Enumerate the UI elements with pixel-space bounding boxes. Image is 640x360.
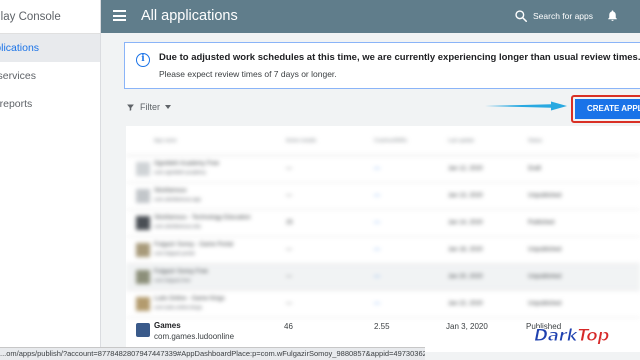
- active-installs: —: [286, 193, 292, 199]
- notice-headline: Due to adjusted work schedules at this t…: [159, 52, 640, 63]
- app-package: com.stickfamous.app: [154, 197, 201, 203]
- app-icon: [136, 297, 150, 311]
- last-update: Jan 13, 2020: [448, 193, 483, 199]
- browser-status-url: ...om/apps/publish/?account=877848280794…: [0, 347, 425, 360]
- status-badge: Unpublished: [528, 247, 562, 253]
- column-header[interactable]: Active installs: [286, 138, 316, 144]
- status-badge: Unpublished: [528, 301, 562, 307]
- watermark-part: Dark: [533, 326, 578, 347]
- app-name: Stickfamous - Technology Education: [154, 215, 251, 221]
- active-installs: —: [286, 274, 292, 280]
- create-application-highlight: CREATE APPLICATION: [571, 95, 640, 123]
- sidebar-item-download-reports[interactable]: Download reports: [0, 90, 100, 118]
- blurred-rows: App name Active installs Crashes/ANRs La…: [126, 126, 640, 319]
- app-package: com.fulgazir.free: [154, 278, 191, 284]
- sidebar: Play Console All applications Game servi…: [0, 0, 101, 360]
- search-input[interactable]: Search for apps: [533, 11, 593, 21]
- last-update: Jan 22, 2020: [448, 301, 483, 307]
- table-header: App name Active installs Crashes/ANRs La…: [126, 126, 640, 156]
- app-icon: [136, 323, 150, 337]
- table-row[interactable]: Ludo Online - Game Kings com.ludo.online…: [126, 291, 640, 318]
- sidebar-item-game-services[interactable]: Game services: [0, 62, 100, 90]
- column-header[interactable]: Last update: [448, 138, 474, 144]
- status-badge: Draft: [528, 166, 542, 172]
- crash-rate: —: [374, 274, 380, 280]
- app-package: com.fulgazir.portal: [154, 251, 195, 257]
- last-update: Jan 12, 2020: [448, 166, 483, 172]
- crash-rate: —: [374, 220, 380, 226]
- chevron-down-icon: [165, 105, 171, 109]
- app-icon: [136, 243, 150, 257]
- column-header[interactable]: App name: [154, 138, 177, 144]
- app-package: com.ogrebleh.academy: [154, 170, 206, 176]
- crash-rate: —: [374, 193, 380, 199]
- watermark-part: Top: [577, 326, 610, 347]
- sidebar-item-label: All applications: [0, 42, 40, 54]
- app-icon: [136, 216, 150, 230]
- search-icon[interactable]: [514, 9, 528, 23]
- column-header[interactable]: Crashes/ANRs: [374, 138, 407, 144]
- last-update: Jan 20, 2020: [448, 274, 483, 280]
- filter-dropdown[interactable]: Filter: [126, 102, 171, 112]
- table-row[interactable]: Fulgazir Sonoy Free com.fulgazir.free — …: [126, 264, 640, 291]
- create-application-button[interactable]: CREATE APPLICATION: [575, 99, 640, 119]
- active-installs: —: [286, 247, 292, 253]
- info-icon: i: [136, 53, 150, 67]
- active-installs: 25: [286, 220, 293, 226]
- app-package: com.games.ludoonline: [154, 332, 235, 341]
- active-installs: —: [286, 166, 292, 172]
- status-badge: Published: [528, 220, 555, 226]
- last-update: Jan 3, 2020: [446, 322, 488, 331]
- app-icon: [136, 189, 150, 203]
- brand-title: Play Console: [0, 10, 61, 23]
- app-name: Games: [154, 321, 181, 330]
- active-installs: —: [286, 301, 292, 307]
- app-package: com.stickfamous.edu: [154, 224, 201, 230]
- app-icon: [136, 270, 150, 284]
- table-row[interactable]: Ogrebleh Academy Free com.ogrebleh.acade…: [126, 156, 640, 183]
- app-header: All applications Search for apps: [101, 0, 640, 33]
- table-row[interactable]: Stickfamous com.stickfamous.app — — Jan …: [126, 183, 640, 210]
- status-badge: Unpublished: [528, 274, 562, 280]
- app-name: Ludo Online - Game Kings: [154, 296, 225, 302]
- watermark-logo: DarkTop: [533, 326, 610, 347]
- status-badge: Unpublished: [528, 193, 562, 199]
- notice-detail: Please expect review times of 7 days or …: [159, 69, 337, 79]
- applications-table: App name Active installs Crashes/ANRs La…: [126, 126, 640, 352]
- active-installs: 46: [284, 322, 293, 331]
- app-name: Fulgazir Sonoy Free: [154, 269, 209, 275]
- filter-label: Filter: [140, 102, 160, 112]
- app-icon: [136, 162, 150, 176]
- last-update: Jan 18, 2020: [448, 247, 483, 253]
- crash-rate: —: [374, 301, 380, 307]
- annotation-arrow-icon: [485, 101, 567, 111]
- review-time-notice: i Due to adjusted work schedules at this…: [124, 42, 640, 89]
- app-name: Stickfamous: [154, 188, 187, 194]
- column-header[interactable]: Status: [528, 138, 542, 144]
- last-update: Jan 14, 2020: [448, 220, 483, 226]
- bell-icon[interactable]: [606, 8, 619, 23]
- sidebar-item-label: Game services: [0, 70, 37, 82]
- crash-rate: 2.55: [374, 322, 390, 331]
- app-package: com.ludo.online.kings: [154, 305, 203, 311]
- crash-rate: —: [374, 247, 380, 253]
- sidebar-item-all-applications[interactable]: All applications: [0, 34, 100, 62]
- crash-rate: —: [374, 166, 380, 172]
- app-name: Ogrebleh Academy Free: [154, 161, 220, 167]
- app-name: Fulgazir Sonoy - Game Portal: [154, 242, 234, 248]
- sidebar-item-label: Download reports: [0, 98, 33, 110]
- menu-icon[interactable]: [113, 10, 126, 21]
- table-row[interactable]: Stickfamous - Technology Education com.s…: [126, 210, 640, 237]
- table-row[interactable]: Fulgazir Sonoy - Game Portal com.fulgazi…: [126, 237, 640, 264]
- filter-icon: [127, 104, 134, 111]
- page-title: All applications: [141, 8, 238, 24]
